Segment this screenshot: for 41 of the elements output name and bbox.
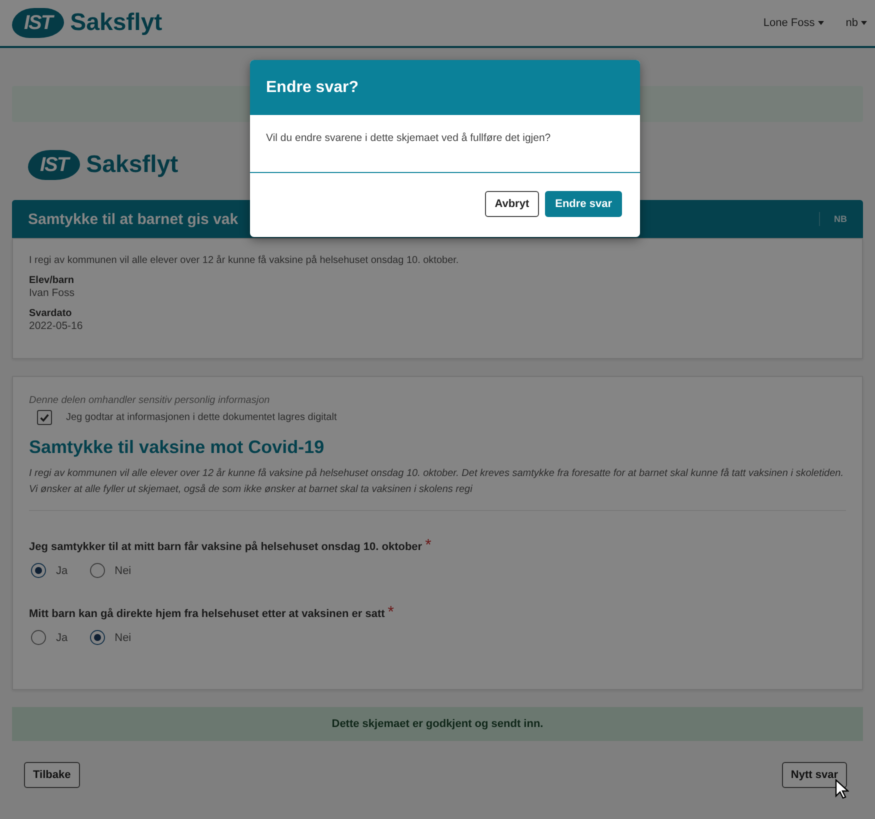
cancel-button[interactable]: Avbryt (484, 191, 540, 217)
confirm-button[interactable]: Endre svar (545, 191, 622, 217)
caret-icon (861, 21, 867, 25)
consent-label: Jeg godtar at informasjonen i dette dokumentet lagres digitalt (66, 412, 337, 423)
caret-icon (818, 21, 824, 25)
brand-name: Saksflyt (70, 9, 162, 37)
question-label: Jeg samtykker til at mitt barn får vaksine på helsehuset onsdag 10. oktober (29, 541, 422, 553)
language-badge: NB (819, 212, 847, 226)
back-button[interactable]: Tilbake (24, 762, 80, 788)
field-label: Svardato (29, 308, 73, 319)
brand-name: Saksflyt (86, 151, 178, 179)
cursor-icon (835, 779, 849, 799)
dialog-message: Vil du endre svarene i dette skjemaet ved å fullføre det igjen? (250, 115, 640, 173)
checkbox[interactable] (37, 410, 52, 425)
sensitive-notice: Denne delen omhandler sensitiv personlig informasjon (29, 395, 271, 406)
field-label: Elev/barn (29, 275, 76, 286)
logo-mark: IST (12, 8, 64, 38)
intro-text: I regi av kommunen vil alle elever over 12 år kunne få vaksine på helsehuset onsdag 10. oktober. (29, 255, 460, 266)
check-icon (39, 412, 50, 423)
status-message: Dette skjemaet er godkjent og sendt inn. (332, 718, 544, 730)
section-description: I regi av kommunen vil alle elever over 12 år kunne få vaksine på helsehuset onsdag 10. oktober. Det kreves samtykke fra foresatte for at barnet skal kunne få tatt vaksinen i skoletiden. Vi ønsker at alle fyller ut skjemaet, også de som ikke ønsker at barnet skal ta vaksinen i skolens regi (29, 466, 846, 511)
radio-button[interactable] (31, 563, 46, 578)
radio-button[interactable] (31, 630, 46, 645)
section-heading: Samtykke til vaksine mot Covid-19 (29, 437, 326, 458)
option-label: Ja (56, 632, 68, 644)
question-label: Mitt barn kan gå direkte hjem fra helsehuset etter at vaksinen er satt (29, 608, 385, 620)
radio-button[interactable] (90, 630, 105, 645)
radio-button[interactable] (90, 563, 105, 578)
user-menu[interactable]: Lone Foss (763, 17, 824, 29)
option-label: Nei (114, 564, 132, 576)
field-value: Ivan Foss (29, 287, 76, 299)
field-value: 2022-05-16 (29, 320, 84, 332)
dialog-title: Endre svar? (250, 60, 640, 115)
option-label: Nei (114, 632, 132, 644)
new-answer-button[interactable]: Nytt svar (782, 762, 847, 788)
required-mark: * (425, 537, 432, 554)
form-title: Samtykke til at barnet gis vak (28, 210, 238, 228)
option-label: Ja (56, 564, 68, 576)
logo-mark: IST (28, 150, 80, 180)
required-mark: * (388, 604, 394, 621)
language-menu[interactable]: nb (846, 17, 867, 29)
